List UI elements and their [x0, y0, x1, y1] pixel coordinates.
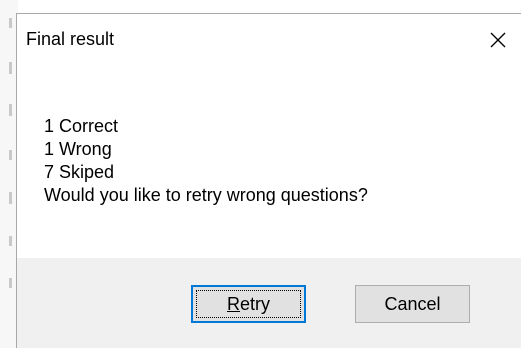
- button-area: Retry Cancel: [17, 258, 521, 348]
- message-line-skipped: 7 Skiped: [44, 162, 115, 182]
- message-dialog: Final result 1 Correct 1 Wrong 7 Skiped …: [16, 13, 521, 348]
- message-line-correct: 1 Correct: [44, 116, 119, 136]
- close-icon: [490, 32, 506, 48]
- cancel-button[interactable]: Cancel: [355, 285, 470, 323]
- background-mark: [9, 62, 12, 74]
- dialog-content: 1 Correct 1 Wrong 7 Skiped Would you lik…: [17, 66, 521, 258]
- background-mark: [9, 104, 12, 116]
- title-bar[interactable]: Final result: [17, 14, 521, 66]
- close-button[interactable]: [475, 14, 521, 66]
- message-line-question: Would you like to retry wrong questions?: [44, 185, 368, 205]
- background-mark: [9, 192, 12, 204]
- background-mark: [9, 150, 12, 160]
- message-text: 1 Correct 1 Wrong 7 Skiped Would you lik…: [44, 115, 368, 207]
- dialog-title: Final result: [26, 29, 115, 49]
- background-mark: [9, 236, 12, 246]
- background-mark: [9, 18, 12, 28]
- message-line-wrong: 1 Wrong: [44, 139, 112, 159]
- focus-rectangle: [196, 290, 301, 318]
- screen: Final result 1 Correct 1 Wrong 7 Skiped …: [0, 0, 521, 348]
- retry-button[interactable]: Retry: [191, 285, 306, 323]
- background-mark: [9, 278, 12, 288]
